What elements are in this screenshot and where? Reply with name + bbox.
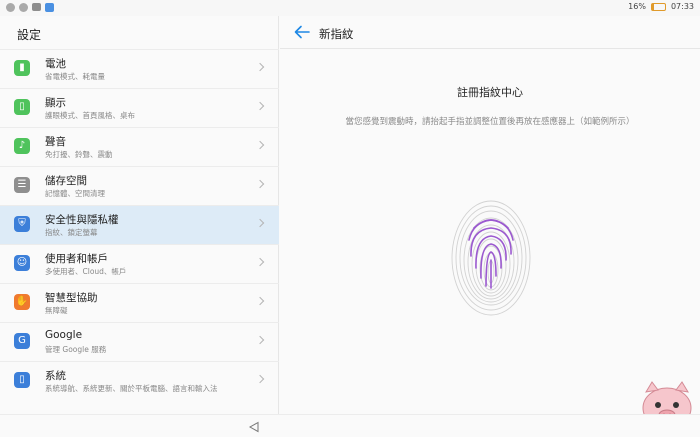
- settings-item-security[interactable]: ⛨ 安全性與隱私權 指紋、鎖定螢幕: [0, 205, 279, 244]
- settings-item-subtitle: 記憶體、空間清理: [45, 189, 105, 198]
- enroll-heading: 註冊指紋中心: [457, 86, 523, 99]
- page-title: 新指紋: [319, 27, 354, 41]
- storage-icon: ☰: [14, 177, 30, 193]
- battery-icon: ▮: [14, 60, 30, 76]
- notification-icon: [19, 3, 28, 12]
- settings-item-subtitle: 免打擾、鈴聲、震動: [45, 150, 113, 159]
- settings-item-title: 儲存空間: [45, 175, 87, 187]
- settings-item-subtitle: 系統導航、系統更新、關於平板電腦、語言和輸入法: [45, 384, 218, 393]
- chevron-right-icon: [255, 179, 265, 189]
- settings-item-subtitle: 無障礙: [45, 306, 68, 315]
- chevron-right-icon: [255, 218, 265, 228]
- nav-back-triangle-icon[interactable]: [248, 421, 260, 433]
- settings-item-users[interactable]: ☺ 使用者和帳戶 多使用者、Cloud、帳戶: [0, 244, 279, 283]
- pane-header: 新指紋: [280, 16, 700, 49]
- settings-item-smart-assist[interactable]: ✋ 智慧型協助 無障礙: [0, 283, 279, 322]
- google-icon: G: [14, 333, 30, 349]
- navigation-bar: [0, 414, 700, 437]
- settings-item-display[interactable]: ▯ 顯示 護眼模式、首頁風格、桌布: [0, 88, 279, 127]
- fingerprint-enroll-pane: 新指紋 註冊指紋中心 當您感覺到震動時，請抬起手指並調整位置後再放在感應器上（如…: [280, 16, 700, 414]
- chevron-right-icon: [255, 257, 265, 267]
- settings-item-storage[interactable]: ☰ 儲存空間 記憶體、空間清理: [0, 166, 279, 205]
- status-bar: 16% 07:33: [0, 0, 700, 16]
- app-notification-icon: [45, 3, 54, 12]
- settings-item-title: 安全性與隱私權: [45, 214, 119, 226]
- clock: 07:33: [670, 2, 694, 11]
- chevron-right-icon: [255, 62, 265, 72]
- sound-icon: ♪: [14, 138, 30, 154]
- user-icon: ☺: [14, 255, 30, 271]
- settings-menu: ▮ 電池 省電模式、耗電量 ▯ 顯示 護眼模式、首頁風格、桌布 ♪ 聲音 免打擾…: [0, 49, 279, 411]
- fingerprint-icon: [451, 200, 531, 316]
- chevron-right-icon: [255, 101, 265, 111]
- notification-icon: [6, 3, 15, 12]
- settings-list-pane: 設定 ▮ 電池 省電模式、耗電量 ▯ 顯示 護眼模式、首頁風格、桌布 ♪ 聲音 …: [0, 16, 279, 414]
- settings-item-title: Google: [45, 329, 83, 341]
- settings-item-battery[interactable]: ▮ 電池 省電模式、耗電量: [0, 49, 279, 88]
- settings-item-subtitle: 省電模式、耗電量: [45, 72, 105, 81]
- settings-item-subtitle: 管理 Google 服務: [45, 345, 107, 354]
- settings-item-sound[interactable]: ♪ 聲音 免打擾、鈴聲、震動: [0, 127, 279, 166]
- hand-icon: ✋: [14, 294, 30, 310]
- settings-item-title: 使用者和帳戶: [45, 253, 108, 265]
- battery-icon: [650, 2, 666, 11]
- chevron-right-icon: [255, 374, 265, 384]
- settings-title: 設定: [17, 28, 42, 42]
- settings-item-title: 電池: [45, 58, 66, 70]
- battery-percent: 16%: [628, 2, 646, 11]
- settings-item-title: 智慧型協助: [45, 292, 98, 304]
- system-icon: ▯: [14, 372, 30, 388]
- display-icon: ▯: [14, 99, 30, 115]
- chevron-right-icon: [255, 140, 265, 150]
- notification-icons: [6, 3, 54, 12]
- chevron-right-icon: [255, 296, 265, 306]
- settings-item-subtitle: 護眼模式、首頁風格、桌布: [45, 111, 135, 120]
- settings-item-system[interactable]: ▯ 系統 系統導航、系統更新、關於平板電腦、語言和輸入法: [0, 361, 279, 411]
- settings-item-title: 顯示: [45, 97, 66, 109]
- shield-icon: ⛨: [14, 216, 30, 232]
- settings-item-subtitle: 指紋、鎖定螢幕: [45, 228, 98, 237]
- message-icon: [32, 3, 41, 11]
- back-arrow-icon[interactable]: [294, 25, 310, 39]
- enroll-instructions: 當您感覺到震動時，請抬起手指並調整位置後再放在感應器上（如範例所示）: [345, 117, 635, 127]
- settings-item-google[interactable]: G Google 管理 Google 服務: [0, 322, 279, 361]
- settings-item-title: 系統: [45, 370, 66, 382]
- chevron-right-icon: [255, 335, 265, 345]
- settings-item-title: 聲音: [45, 136, 66, 148]
- settings-item-subtitle: 多使用者、Cloud、帳戶: [45, 267, 127, 276]
